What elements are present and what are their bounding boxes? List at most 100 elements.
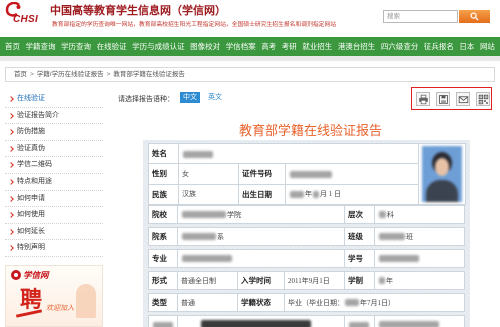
sidebar-item-label: 特点和用途 [17,177,52,185]
nav-item-employment[interactable]: 就业招生 [302,41,332,52]
redacted-text [290,191,304,199]
breadcrumb-separator: > [106,71,111,78]
nav-divider [0,56,500,61]
recruitment-ad-banner[interactable]: 学信网 聘 欢迎加入 [5,265,103,327]
redacted-text [379,321,440,327]
chevron-right-icon [8,129,14,136]
sidebar-item-label: 在线验证 [17,95,45,102]
nav-item-japan[interactable]: 日本 [459,41,474,52]
name-value [178,142,419,165]
nav-item-hk-macau-taiwan[interactable]: 港澳台招生 [338,41,376,52]
class-label: 班级 [345,227,376,246]
study-mode-label: 形式 [148,271,178,290]
chevron-right-icon [8,212,14,218]
birth-date-part: 年 [305,190,312,199]
department-label: 院系 [148,227,178,246]
report-personal-table: 姓名 性别 女 证件号码 民族 汉族 出生日期 年月 1 日 [148,142,466,206]
redacted-text [349,321,370,327]
nav-item-site[interactable]: 网站 [480,41,495,52]
ad-brand: 学信网 [23,270,49,280]
sidebar-item-how-to-extend[interactable]: 如何延长 [5,224,103,241]
redacted-text [379,277,386,285]
student-id-label: 学号 [345,249,376,268]
language-english-tab[interactable]: 英文 [205,92,225,103]
table-row [148,315,466,327]
ad-figure-decoration [76,284,96,318]
major-value [178,249,346,268]
status-part: 年7月1日） [360,298,395,307]
nav-item-image-check[interactable]: 图像校对 [190,41,220,52]
nav-item-home[interactable]: 首页 [5,41,20,52]
sidebar-item-label: 如何使用 [17,211,45,219]
logo-text[interactable]: CHSI [13,14,38,25]
school-part: 学院 [227,210,241,219]
sidebar-item-label: 如何延长 [17,227,45,235]
nav-item-certification[interactable]: 学历与成绩认证 [132,41,185,52]
breadcrumb-current: 教育部学籍在线验证报告 [113,71,185,78]
redacted-text [345,299,359,307]
student-id-value [375,249,466,268]
redacted-text [290,170,332,178]
sidebar-item-features[interactable]: 特点和用途 [5,174,103,191]
duration-value: 年 [375,271,466,290]
redacted-text [313,191,319,199]
redacted-text [182,255,232,263]
chevron-right-icon [8,162,14,169]
type-label: 类型 [148,293,178,312]
highlight-annotation-box [411,87,492,110]
nav-item-cet-score[interactable]: 四六级查分 [381,41,419,52]
status-label: 学籍状态 [238,293,285,312]
verification-report: 姓名 性别 女 证件号码 民族 汉族 出生日期 年月 1 日 院校 学院 层次 … [143,140,470,327]
redacted-text [182,211,226,219]
nav-item-degree-query[interactable]: 学历查询 [61,41,91,52]
redacted-text [379,255,420,263]
search-button[interactable] [459,10,490,23]
report-enrollment-table: 院校 学院 层次 科 院系 系 班级 班 专业 学号 形式 普通全日制 入学时间… [148,202,466,327]
sidebar-item-label: 验证真伪 [17,144,45,152]
table-row: 性别 女 证件号码 [148,163,466,185]
sidebar-item-qr-code[interactable]: 学信二维码 [5,157,103,174]
table-row: 类型 普通 学籍状态 毕业（毕业日期： 年7月1日） [148,293,466,312]
study-mode-value: 普通全日制 [178,271,238,290]
sidebar-item-report-intro[interactable]: 验证报告简介 [5,108,103,125]
nav-item-enrollment-query[interactable]: 学籍查询 [26,41,56,52]
sidebar-item-online-verification[interactable]: 在线验证 [5,91,103,108]
breadcrumb-separator: > [30,71,34,78]
redacted-label [345,315,376,327]
status-value: 毕业（毕业日期： 年7月1日） [285,293,466,312]
redacted-text [379,233,406,241]
chevron-right-icon [8,195,14,202]
enrollment-date-value: 2011年9月1日 [285,271,346,290]
sidebar-item-how-to-use[interactable]: 如何使用 [5,207,103,224]
sidebar-item-label: 学信二维码 [17,161,52,169]
nav-item-online-verification[interactable]: 在线验证 [97,41,127,52]
sidebar-item-label: 验证报告简介 [17,111,59,119]
search-input[interactable] [383,10,458,23]
redacted-text [182,233,216,241]
chevron-right-icon [8,145,14,152]
report-title: 教育部学籍在线验证报告 [238,123,382,138]
school-label: 院校 [148,205,178,224]
nav-item-archive[interactable]: 学信档案 [226,41,256,52]
nav-item-gaokao[interactable]: 高考 [261,41,276,52]
table-row: 院校 学院 层次 科 [148,205,466,224]
sidebar-item-anti-counterfeit[interactable]: 防伪措施 [5,124,103,141]
student-photo [418,143,466,205]
chevron-right-icon [8,228,14,235]
breadcrumb: 首页 > 学籍/学历在线验证报告 > 教育部学籍在线验证报告 [5,67,495,82]
xuexin-logo-icon [11,270,21,280]
sidebar-item-disclaimer[interactable]: 特别声明 [5,240,103,257]
redacted-text [201,320,311,327]
redacted-value [375,315,466,327]
sidebar-item-verify-authenticity[interactable]: 验证真伪 [5,141,103,158]
site-title[interactable]: 中国高等教育学生信息网（学信网） [50,2,226,18]
name-label: 姓名 [148,142,179,165]
sidebar-item-how-to-apply[interactable]: 如何申请 [5,191,103,208]
nav-item-kaoyan[interactable]: 考研 [282,41,297,52]
school-value: 学院 [178,205,346,224]
language-chinese-tab[interactable]: 中文 [180,92,200,103]
breadcrumb-report[interactable]: 学籍/学历在线验证报告 [37,71,104,78]
breadcrumb-home[interactable]: 首页 [14,71,27,78]
nav-item-military[interactable]: 征兵报名 [424,41,454,52]
enrollment-date-label: 入学时间 [238,271,285,290]
